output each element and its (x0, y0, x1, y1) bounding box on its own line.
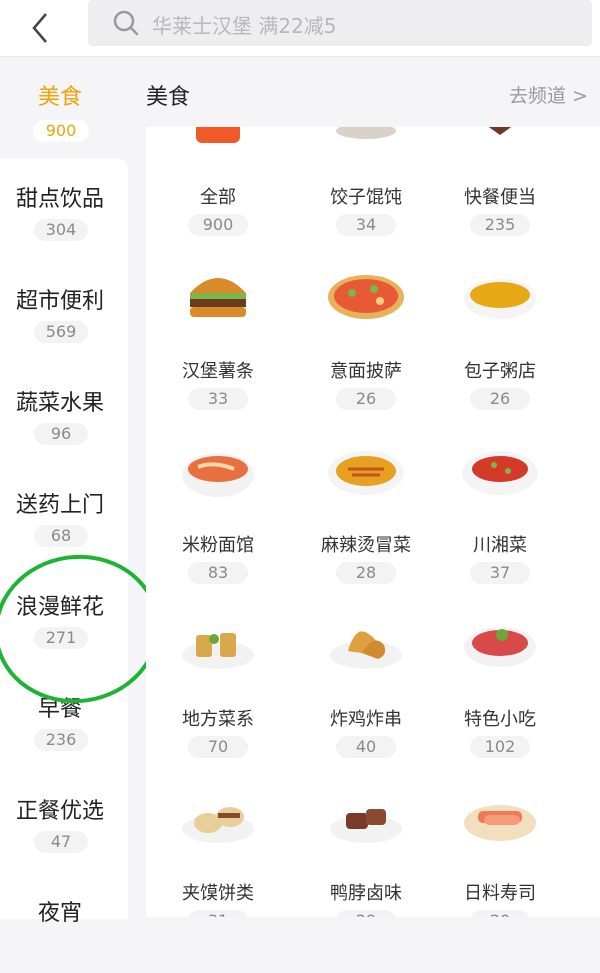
category-count: 37 (470, 562, 530, 584)
spicy-hotpot-icon (328, 451, 404, 495)
category-tile[interactable]: 川湘菜 37 (434, 435, 566, 609)
category-name: 意面披萨 (330, 361, 402, 382)
category-grid: 全部 900 饺子馄饨 34 快餐便当 235 汉堡薯条 33 意面披萨 26 … (146, 127, 600, 917)
category-name: 地方菜系 (182, 709, 254, 730)
category-tile[interactable]: 炸鸡炸串 40 (300, 609, 432, 783)
category-name: 鸭脖卤味 (330, 883, 402, 904)
sidebar-item[interactable]: 正餐优选 47 (0, 771, 128, 871)
category-sidebar: 美食 900 甜点饮品 304 超市便利 569 蔬菜水果 96 送药上门 68… (0, 57, 130, 926)
category-count: 40 (336, 736, 396, 758)
category-name: 川湘菜 (473, 535, 527, 556)
category-tile[interactable]: 特色小吃 102 (434, 609, 566, 783)
search-icon (113, 10, 139, 36)
category-name: 麻辣烫冒菜 (321, 535, 411, 556)
all-food-icon (196, 127, 240, 143)
category-tile[interactable]: 米粉面馆 83 (152, 435, 284, 609)
category-name: 米粉面馆 (182, 535, 254, 556)
category-name: 全部 (200, 187, 236, 208)
category-tile[interactable]: 全部 900 (152, 127, 284, 261)
duck-neck-icon (330, 809, 402, 843)
category-tile[interactable]: 汉堡薯条 33 (152, 261, 284, 435)
category-count: 83 (188, 562, 248, 584)
category-count: 26 (336, 388, 396, 410)
pizza-icon (328, 275, 404, 319)
search-bar[interactable]: 华莱士汉堡 满22减5 (88, 0, 592, 46)
fried-chicken-icon (330, 631, 402, 669)
category-name: 包子粥店 (464, 361, 536, 382)
category-count: 235 (470, 214, 530, 236)
noodle-icon (182, 453, 254, 497)
category-tile[interactable]: 日料寿司 20 (434, 783, 566, 917)
category-name: 快餐便当 (464, 187, 536, 208)
category-count: 26 (470, 388, 530, 410)
porridge-icon (464, 279, 536, 319)
fast-food-icon (488, 127, 512, 135)
category-name: 饺子馄饨 (330, 187, 402, 208)
sidebar-item[interactable]: 送药上门 68 (0, 465, 128, 565)
sidebar-item-count: 569 (34, 321, 88, 343)
sidebar-item-count: 900 (33, 120, 89, 142)
sidebar-item-label: 蔬菜水果 (15, 391, 104, 416)
category-count: 28 (336, 562, 396, 584)
sidebar-item-food[interactable]: 美食 900 (0, 57, 130, 159)
category-name: 汉堡薯条 (182, 361, 254, 382)
category-tile[interactable]: 夹馍饼类 31 (152, 783, 284, 917)
go-to-channel-link[interactable]: 去频道 > (509, 81, 588, 108)
sichuan-dish-icon (462, 451, 538, 495)
sidebar-item-label: 正餐优选 (15, 799, 104, 824)
category-count: 29 (336, 910, 396, 917)
category-tile[interactable]: 饺子馄饨 34 (300, 127, 432, 261)
category-name: 炸鸡炸串 (330, 709, 402, 730)
section-title: 美食 (146, 85, 191, 110)
sidebar-item-label: 美食 (37, 85, 82, 110)
dumpling-icon (336, 127, 396, 139)
sidebar-item-count: 304 (34, 219, 88, 241)
category-count: 102 (470, 736, 530, 758)
sidebar-item-label: 夜宵 (37, 901, 82, 926)
category-tile[interactable]: 包子粥店 26 (434, 261, 566, 435)
category-name: 夹馍饼类 (182, 883, 254, 904)
category-name: 日料寿司 (464, 883, 536, 904)
burger-icon (190, 278, 246, 317)
category-count: 31 (188, 910, 248, 917)
sidebar-item-label: 送药上门 (15, 493, 104, 518)
sidebar-item[interactable]: 甜点饮品 304 (0, 159, 128, 259)
category-count: 20 (470, 910, 530, 917)
search-placeholder: 华莱士汉堡 满22减5 (152, 14, 337, 38)
main-panel: 美食 去频道 > 全部 900 饺子馄饨 34 快餐便当 235 汉堡薯条 33 (130, 57, 600, 917)
category-tile[interactable]: 麻辣烫冒菜 28 (300, 435, 432, 609)
sidebar-item-count: 236 (34, 729, 88, 751)
sidebar-item-label: 超市便利 (15, 289, 104, 314)
sidebar-item-count: 96 (34, 423, 88, 445)
sidebar-item[interactable]: 蔬菜水果 96 (0, 363, 128, 463)
regional-cuisine-icon (182, 633, 254, 669)
category-count: 70 (188, 736, 248, 758)
sushi-icon (464, 805, 536, 841)
category-name: 特色小吃 (464, 709, 536, 730)
sidebar-item-count: 47 (34, 831, 88, 853)
category-count: 33 (188, 388, 248, 410)
sidebar-item-count: 68 (34, 525, 88, 547)
snack-icon (464, 627, 536, 667)
sidebar-item-label: 甜点饮品 (15, 187, 104, 212)
category-count: 900 (188, 214, 248, 236)
sidebar-list: 甜点饮品 304 超市便利 569 蔬菜水果 96 送药上门 68 浪漫鲜花 2… (0, 159, 128, 926)
category-tile[interactable]: 地方菜系 70 (152, 609, 284, 783)
category-count: 34 (336, 214, 396, 236)
roujiamo-icon (182, 807, 254, 843)
sidebar-item[interactable]: 夜宵 (0, 873, 128, 973)
sidebar-item[interactable]: 超市便利 569 (0, 261, 128, 361)
category-tile[interactable]: 快餐便当 235 (434, 127, 566, 261)
category-tile[interactable]: 意面披萨 26 (300, 261, 432, 435)
top-bar: 华莱士汉堡 满22减5 (0, 0, 600, 57)
category-tile[interactable]: 鸭脖卤味 29 (300, 783, 432, 917)
back-arrow-icon[interactable] (26, 10, 56, 46)
